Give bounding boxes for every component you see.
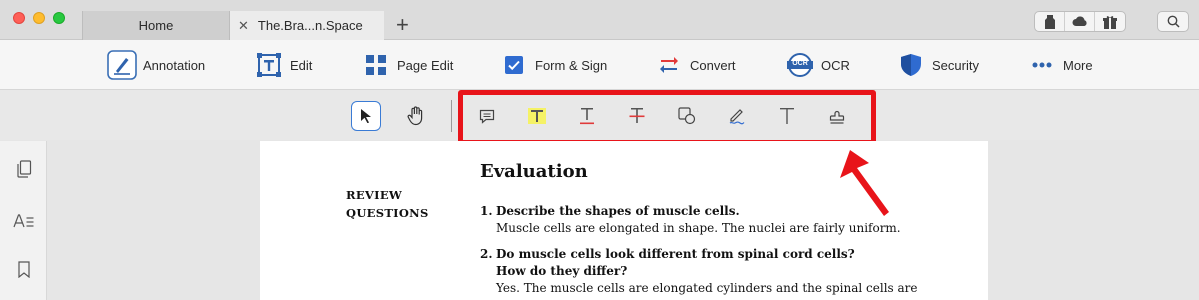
section-label-line-1: REVIEW [346,188,403,202]
select-tool[interactable] [351,101,381,131]
menu-page-edit[interactable]: Page Edit [361,40,453,90]
toolbar-divider [451,100,452,132]
section-label: REVIEW QUESTIONS [346,186,429,222]
menu-more-label: More [1063,57,1093,73]
menu-form-sign-label: Form & Sign [535,57,608,73]
section-label-line-2: QUESTIONS [346,206,429,220]
menu-ocr-label: OCR [821,57,850,73]
left-sidebar [0,141,47,300]
hand-icon [407,106,423,126]
edit-text-icon [254,50,284,80]
menu-convert-label: Convert [690,57,736,73]
tab-document[interactable]: ✕ The.Bra...n.Space [230,11,384,40]
search-icon [1167,15,1180,28]
close-window-button[interactable] [13,12,25,24]
shield-icon [896,50,926,80]
question-2-number: 2. [480,247,493,261]
menu-security[interactable]: Security [896,40,979,90]
menu-ocr[interactable]: OCR OCR [785,40,850,90]
tab-home-label: Home [138,18,174,33]
main-menu-bar: Annotation Edit Page Edit Form & Sign Co… [0,40,1199,90]
account-button-group [1034,11,1126,32]
hand-tool[interactable] [401,101,431,131]
menu-more[interactable]: More [1027,40,1093,90]
tab-home[interactable]: Home [82,11,230,40]
ocr-icon: OCR [785,50,815,80]
menu-annotation[interactable]: Annotation [107,40,205,90]
thumbnails-button[interactable] [13,158,35,180]
menu-form-sign[interactable]: Form & Sign [499,40,607,90]
gift-icon[interactable] [1095,12,1125,31]
bookmark-icon [18,260,30,278]
more-dots-icon [1027,50,1057,80]
outline-button[interactable] [13,210,35,232]
callout-arrow [840,150,889,216]
convert-arrows-icon [654,50,684,80]
ocr-badge-text: OCR [792,60,808,67]
cloud-icon[interactable] [1065,12,1095,31]
minimize-window-button[interactable] [33,12,45,24]
zoom-window-button[interactable] [53,12,65,24]
menu-security-label: Security [932,57,979,73]
tag-icon[interactable] [1035,12,1065,31]
question-2-text-line-2: How do they differ? [496,264,628,278]
bookmark-button[interactable] [13,258,35,280]
tool-group-highlight [458,90,876,145]
annotation-icon [107,50,137,80]
thumbnails-icon [17,160,32,178]
search-button[interactable] [1157,11,1189,32]
question-2-text-line-1: Do muscle cells look different from spin… [496,247,855,261]
close-tab-icon[interactable]: ✕ [238,18,249,34]
menu-convert[interactable]: Convert [654,40,736,90]
menu-page-edit-label: Page Edit [397,57,454,73]
question-1-number: 1. [480,204,493,218]
tab-document-label: The.Bra...n.Space [257,18,363,33]
title-bar: Home ✕ The.Bra...n.Space + [0,0,1199,40]
question-1: 1. Describe the shapes of muscle cells. … [480,203,901,237]
menu-edit[interactable]: Edit [254,40,312,90]
outline-icon [13,214,34,228]
new-tab-button[interactable]: + [396,12,409,38]
question-1-answer: Muscle cells are elongated in shape. The… [496,221,901,235]
question-2-answer: Yes. The muscle cells are elongated cyli… [496,281,918,295]
question-2: 2. Do muscle cells look different from s… [480,246,918,297]
checkbox-icon [499,50,529,80]
document-title: Evaluation [480,161,588,182]
menu-annotation-label: Annotation [143,57,206,73]
menu-edit-label: Edit [290,57,313,73]
select-icon [361,109,371,123]
page-grid-icon [361,50,391,80]
